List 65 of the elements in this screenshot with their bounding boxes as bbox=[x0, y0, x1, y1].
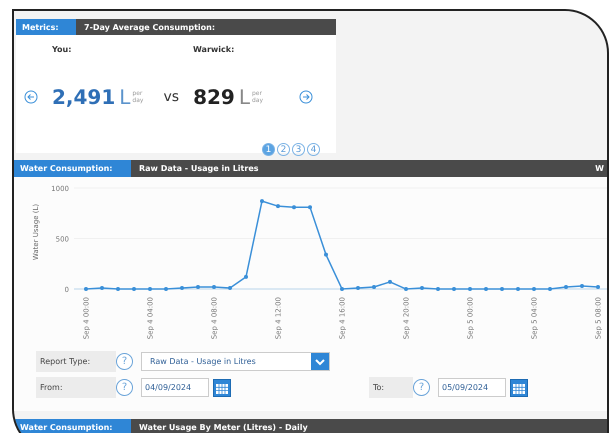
data-point bbox=[100, 286, 104, 290]
data-point bbox=[356, 286, 360, 290]
arrow-right-icon[interactable] bbox=[299, 90, 314, 104]
data-point bbox=[596, 284, 600, 289]
page-dot[interactable]: 2 bbox=[277, 143, 290, 156]
column-heading: Warwick: bbox=[193, 45, 236, 56]
calendar-icon[interactable] bbox=[510, 378, 528, 396]
arrow-left-icon[interactable] bbox=[24, 90, 38, 104]
data-point bbox=[292, 205, 296, 210]
data-point bbox=[452, 287, 456, 291]
section-title: Raw Data - Usage in Litres bbox=[138, 163, 260, 175]
help-button[interactable]: ? bbox=[116, 379, 133, 396]
date-field[interactable]: 05/09/2024 bbox=[438, 378, 506, 397]
column-heading: You: bbox=[52, 45, 72, 56]
data-point bbox=[164, 287, 168, 291]
versus-text: vs bbox=[163, 89, 180, 105]
data-point bbox=[116, 287, 120, 291]
unit-text: L bbox=[238, 85, 250, 109]
section-label: Water Consumption: bbox=[14, 419, 131, 433]
data-point bbox=[468, 287, 472, 291]
help-button[interactable]: ? bbox=[413, 379, 430, 396]
report-type-dropdown[interactable]: Raw Data - Usage in Litres bbox=[141, 352, 330, 371]
data-point bbox=[500, 287, 504, 291]
data-point bbox=[340, 287, 344, 291]
data-point bbox=[196, 284, 200, 289]
section-label: Metrics: bbox=[16, 19, 76, 35]
field-label: Report Type: bbox=[36, 351, 116, 372]
data-point bbox=[484, 287, 488, 291]
data-point bbox=[180, 286, 184, 290]
help-button[interactable]: ? bbox=[116, 353, 133, 370]
unit-text: L bbox=[119, 85, 130, 109]
field-label: To: bbox=[369, 377, 413, 398]
data-point bbox=[420, 286, 424, 290]
page-dot[interactable]: 4 bbox=[307, 143, 320, 156]
data-point bbox=[404, 287, 408, 291]
data-point bbox=[516, 287, 520, 291]
caret-icon bbox=[311, 353, 329, 370]
data-point bbox=[228, 286, 232, 290]
data-point bbox=[148, 287, 152, 291]
section-label: Water Consumption: bbox=[14, 160, 131, 177]
data-point bbox=[132, 287, 136, 291]
date-field[interactable]: 04/09/2024 bbox=[141, 378, 209, 397]
data-point bbox=[260, 199, 264, 204]
data-point bbox=[372, 284, 376, 289]
data-point bbox=[324, 252, 328, 257]
page-dot[interactable]: 3 bbox=[292, 143, 305, 156]
data-point bbox=[84, 287, 88, 291]
consumption-value: 829 bbox=[193, 85, 235, 109]
data-point bbox=[244, 274, 248, 279]
section-title: Water Usage By Meter (Litres) - Daily bbox=[138, 422, 309, 433]
data-point bbox=[532, 287, 536, 291]
field-label: From: bbox=[36, 377, 116, 398]
data-point bbox=[388, 280, 392, 284]
data-point bbox=[436, 287, 440, 291]
calendar-icon[interactable] bbox=[213, 378, 231, 396]
data-point bbox=[548, 287, 552, 291]
data-point bbox=[564, 284, 568, 289]
page-dot[interactable]: 1 bbox=[262, 143, 275, 156]
consumption-value: 2,491 bbox=[52, 85, 116, 109]
section-title: W bbox=[595, 163, 604, 175]
data-point bbox=[308, 205, 312, 210]
data-point bbox=[276, 204, 280, 208]
section-title: 7-Day Average Consumption: bbox=[83, 22, 216, 34]
data-point bbox=[212, 284, 216, 289]
data-point bbox=[580, 284, 584, 288]
